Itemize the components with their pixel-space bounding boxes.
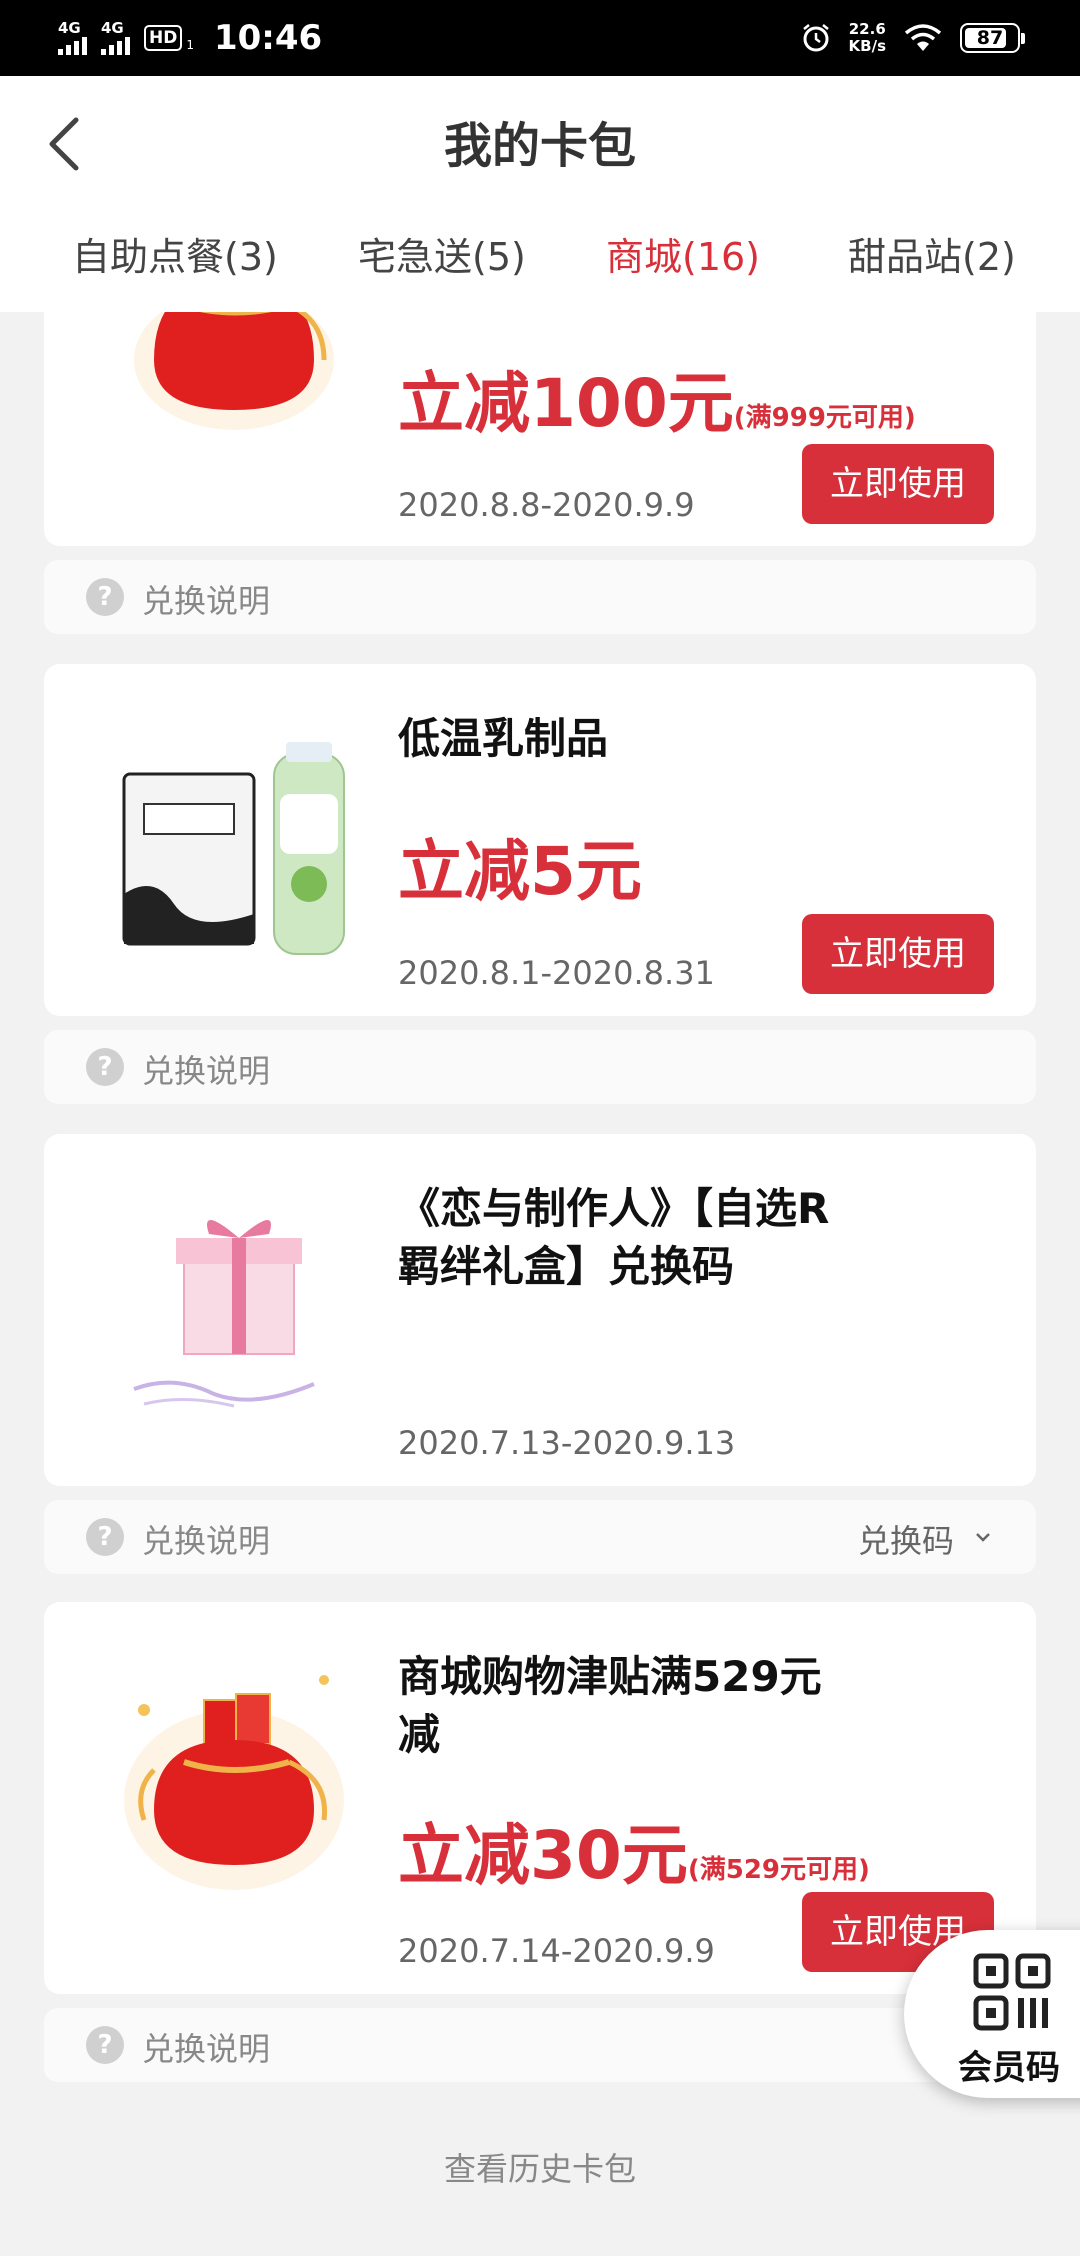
redeem-info-label: 兑换说明: [142, 1522, 271, 1560]
net-speed-unit: KB/s: [848, 37, 886, 55]
page-title: 我的卡包: [443, 118, 636, 174]
coupon-name-line-2: 减: [398, 1710, 441, 1759]
network-type-2: 4G: [101, 19, 124, 37]
tab-bar: 自助点餐(3) 宅急送(5) 商城(16) 甜品站(2): [0, 226, 1080, 296]
redeem-info-row[interactable]: ? 兑换说明 兑换码: [44, 1500, 1036, 1574]
battery-level: 87: [976, 27, 1004, 49]
lucky-bag-image: [124, 1675, 344, 1890]
use-now-button[interactable]: 立即使用: [802, 914, 994, 994]
redeem-info-label: 兑换说明: [142, 1052, 271, 1090]
validity-date: 2020.8.1-2020.8.31: [398, 954, 715, 992]
network-type-1: 4G: [58, 19, 81, 37]
coupon-name-line-2: 羁绊礼盒】兑换码: [398, 1242, 735, 1291]
signal-2: 4G: [101, 21, 130, 55]
question-icon: ?: [86, 578, 124, 616]
discount-condition: (满999元可用): [733, 403, 916, 433]
wifi-icon: [904, 24, 942, 51]
tab-delivery[interactable]: 宅急送(5): [358, 226, 526, 281]
signal-1: 4G: [58, 21, 87, 55]
discount-value: 立减30元: [398, 1817, 688, 1894]
use-now-button[interactable]: 立即使用: [802, 444, 994, 524]
chevron-down-icon[interactable]: [974, 1528, 992, 1546]
qr-code-icon: [973, 1953, 1051, 2031]
coupon-name: 商城购物津贴满529元 减: [398, 1648, 958, 1764]
clock: 10:46: [213, 18, 323, 58]
gift-box-image: [133, 1219, 315, 1408]
redeem-info-row[interactable]: ? 兑换说明: [44, 560, 1036, 634]
validity-date: 2020.7.13-2020.9.13: [398, 1424, 736, 1462]
tab-dessert[interactable]: 甜品站(2): [848, 226, 1016, 281]
app-header: 我的卡包 自助点餐(3) 宅急送(5) 商城(16) 甜品站(2): [0, 76, 1080, 312]
history-wallet-link[interactable]: 查看历史卡包: [0, 2144, 1080, 2190]
question-icon: ?: [86, 2026, 124, 2064]
discount-condition: (满529元可用): [687, 1855, 870, 1885]
question-icon: ?: [86, 1518, 124, 1556]
discount-value: 立减100元: [398, 365, 734, 442]
dairy-products-image: [122, 742, 345, 955]
tab-mall[interactable]: 商城(16): [606, 226, 760, 281]
alarm-icon: [802, 24, 829, 52]
discount-amount: 立减100元(满999元可用): [398, 350, 916, 446]
tab-self-order[interactable]: 自助点餐(3): [72, 226, 278, 281]
discount-amount: 立减5元: [398, 818, 642, 914]
validity-date: 2020.7.14-2020.9.9: [398, 1932, 715, 1970]
status-left: 4G 4G HD 1 10:46: [58, 14, 322, 62]
net-speed: 22.6 KB/s: [849, 21, 886, 55]
coupon-name: 《恋与制作人》【自选R 羁绊礼盒】兑换码: [398, 1180, 958, 1296]
hd-sub: 1: [186, 38, 194, 52]
coupon-name-line-1: 《恋与制作人》【自选R: [398, 1184, 830, 1233]
redeem-info-row[interactable]: ? 兑换说明: [44, 1030, 1036, 1104]
validity-date: 2020.8.8-2020.9.9: [398, 486, 695, 524]
coupon-name-line-1: 商城购物津贴满529元: [398, 1652, 822, 1701]
coupon-card: 低温乳制品 立减5元 2020.8.1-2020.8.31 立即使用: [44, 664, 1036, 1016]
coupon-card: 商城购物津贴满529元 减 立减30元(满529元可用) 2020.7.14-2…: [44, 1602, 1036, 1994]
member-code-label: 会员码: [958, 2048, 1060, 2088]
discount-amount: 立减30元(满529元可用): [398, 1802, 870, 1898]
signal-bars-icon: [58, 35, 87, 55]
status-right: 22.6 KB/s 87: [801, 14, 1025, 62]
redeem-info-label: 兑换说明: [142, 2030, 271, 2068]
status-bar: 4G 4G HD 1 10:46 22.6 KB/s 87: [0, 0, 1080, 76]
redeem-code-toggle[interactable]: 兑换码: [858, 1516, 954, 1562]
signal-bars-icon: [101, 35, 130, 55]
member-code-button[interactable]: 会员码: [904, 1930, 1080, 2098]
redeem-info-label: 兑换说明: [142, 582, 271, 620]
hd-voice-icon: HD: [144, 25, 183, 51]
question-icon: ?: [86, 1048, 124, 1086]
net-speed-value: 22.6: [848, 20, 886, 38]
coupon-name: 低温乳制品: [398, 714, 609, 763]
battery-icon: 87: [960, 23, 1025, 53]
coupon-card: 《恋与制作人》【自选R 羁绊礼盒】兑换码 2020.7.13-2020.9.13: [44, 1134, 1036, 1486]
redeem-info-row[interactable]: ? 兑换说明: [44, 2008, 1036, 2082]
discount-value: 立减5元: [398, 833, 642, 910]
